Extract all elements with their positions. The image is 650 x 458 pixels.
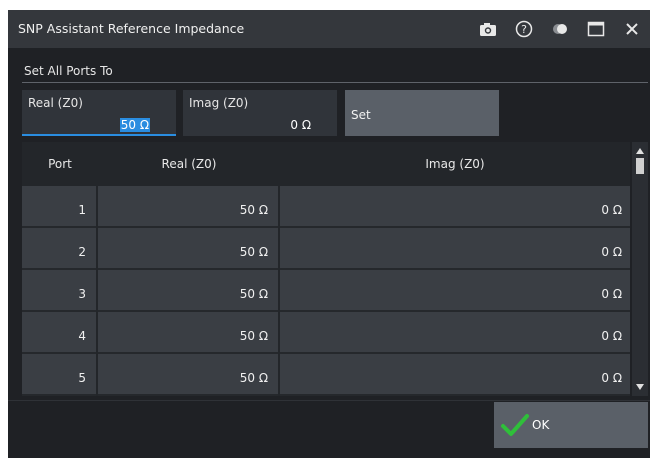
real-z0-field[interactable]: Real (Z0) 50 Ω bbox=[22, 90, 176, 136]
close-icon[interactable] bbox=[622, 19, 642, 39]
real-z0-selected-text[interactable]: 50 Ω bbox=[119, 118, 150, 132]
port-cell: 5 bbox=[78, 371, 86, 385]
set-all-ports-label: Set All Ports To bbox=[24, 64, 113, 78]
set-button[interactable]: Set bbox=[345, 90, 499, 136]
table-scrollbar[interactable] bbox=[632, 142, 648, 396]
table-row[interactable]: 2 50 Ω 0 Ω bbox=[22, 228, 630, 270]
ok-button[interactable]: OK bbox=[494, 402, 648, 448]
svg-text:?: ? bbox=[521, 23, 527, 36]
reference-impedance-dialog: SNP Assistant Reference Impedance ? Set … bbox=[8, 10, 650, 458]
window-title: SNP Assistant Reference Impedance bbox=[18, 21, 245, 36]
real-cell[interactable]: 50 Ω bbox=[98, 186, 274, 226]
scroll-thumb[interactable] bbox=[636, 158, 644, 174]
imag-z0-value[interactable]: 0 Ω bbox=[290, 118, 311, 132]
table-row[interactable]: 4 50 Ω 0 Ω bbox=[22, 312, 630, 354]
port-cell: 4 bbox=[78, 329, 86, 343]
real-z0-value[interactable]: 50 Ω bbox=[119, 118, 150, 132]
impedance-table: Port Real (Z0) Imag (Z0) 1 50 Ω 0 Ω 2 50… bbox=[22, 142, 630, 396]
set-button-label: Set bbox=[351, 108, 371, 122]
port-cell: 2 bbox=[78, 245, 86, 259]
col-header-real[interactable]: Real (Z0) bbox=[98, 142, 280, 186]
table-row[interactable]: 3 50 Ω 0 Ω bbox=[22, 270, 630, 312]
maximize-icon[interactable] bbox=[586, 19, 606, 39]
table-row[interactable]: 1 50 Ω 0 Ω bbox=[22, 186, 630, 228]
section-divider bbox=[22, 82, 648, 83]
camera-icon[interactable] bbox=[478, 19, 498, 39]
port-cell: 1 bbox=[78, 203, 86, 217]
real-z0-label: Real (Z0) bbox=[28, 96, 83, 110]
col-header-port[interactable]: Port bbox=[22, 142, 98, 186]
table-header: Port Real (Z0) Imag (Z0) bbox=[22, 142, 630, 186]
real-cell[interactable]: 50 Ω bbox=[98, 270, 274, 310]
toggle-icon[interactable] bbox=[550, 19, 570, 39]
scroll-down-icon[interactable] bbox=[636, 384, 644, 390]
column-divider bbox=[278, 142, 280, 396]
port-cell: 3 bbox=[78, 287, 86, 301]
title-bar: SNP Assistant Reference Impedance ? bbox=[8, 10, 650, 48]
real-cell[interactable]: 50 Ω bbox=[98, 312, 274, 352]
ok-button-label: OK bbox=[532, 418, 550, 432]
real-cell[interactable]: 50 Ω bbox=[98, 354, 274, 394]
imag-z0-label: Imag (Z0) bbox=[189, 96, 249, 110]
imag-cell[interactable]: 0 Ω bbox=[280, 312, 626, 352]
scroll-up-icon[interactable] bbox=[636, 148, 644, 154]
imag-cell[interactable]: 0 Ω bbox=[280, 354, 626, 394]
column-divider bbox=[96, 142, 98, 396]
checkmark-icon bbox=[500, 412, 530, 441]
help-icon[interactable]: ? bbox=[514, 19, 534, 39]
real-cell[interactable]: 50 Ω bbox=[98, 228, 274, 268]
footer-divider bbox=[8, 400, 650, 401]
imag-z0-field[interactable]: Imag (Z0) 0 Ω bbox=[183, 90, 337, 136]
imag-cell[interactable]: 0 Ω bbox=[280, 270, 626, 310]
table-row[interactable]: 5 50 Ω 0 Ω bbox=[22, 354, 630, 396]
imag-cell[interactable]: 0 Ω bbox=[280, 186, 626, 226]
imag-cell[interactable]: 0 Ω bbox=[280, 228, 626, 268]
col-header-imag[interactable]: Imag (Z0) bbox=[280, 142, 630, 186]
